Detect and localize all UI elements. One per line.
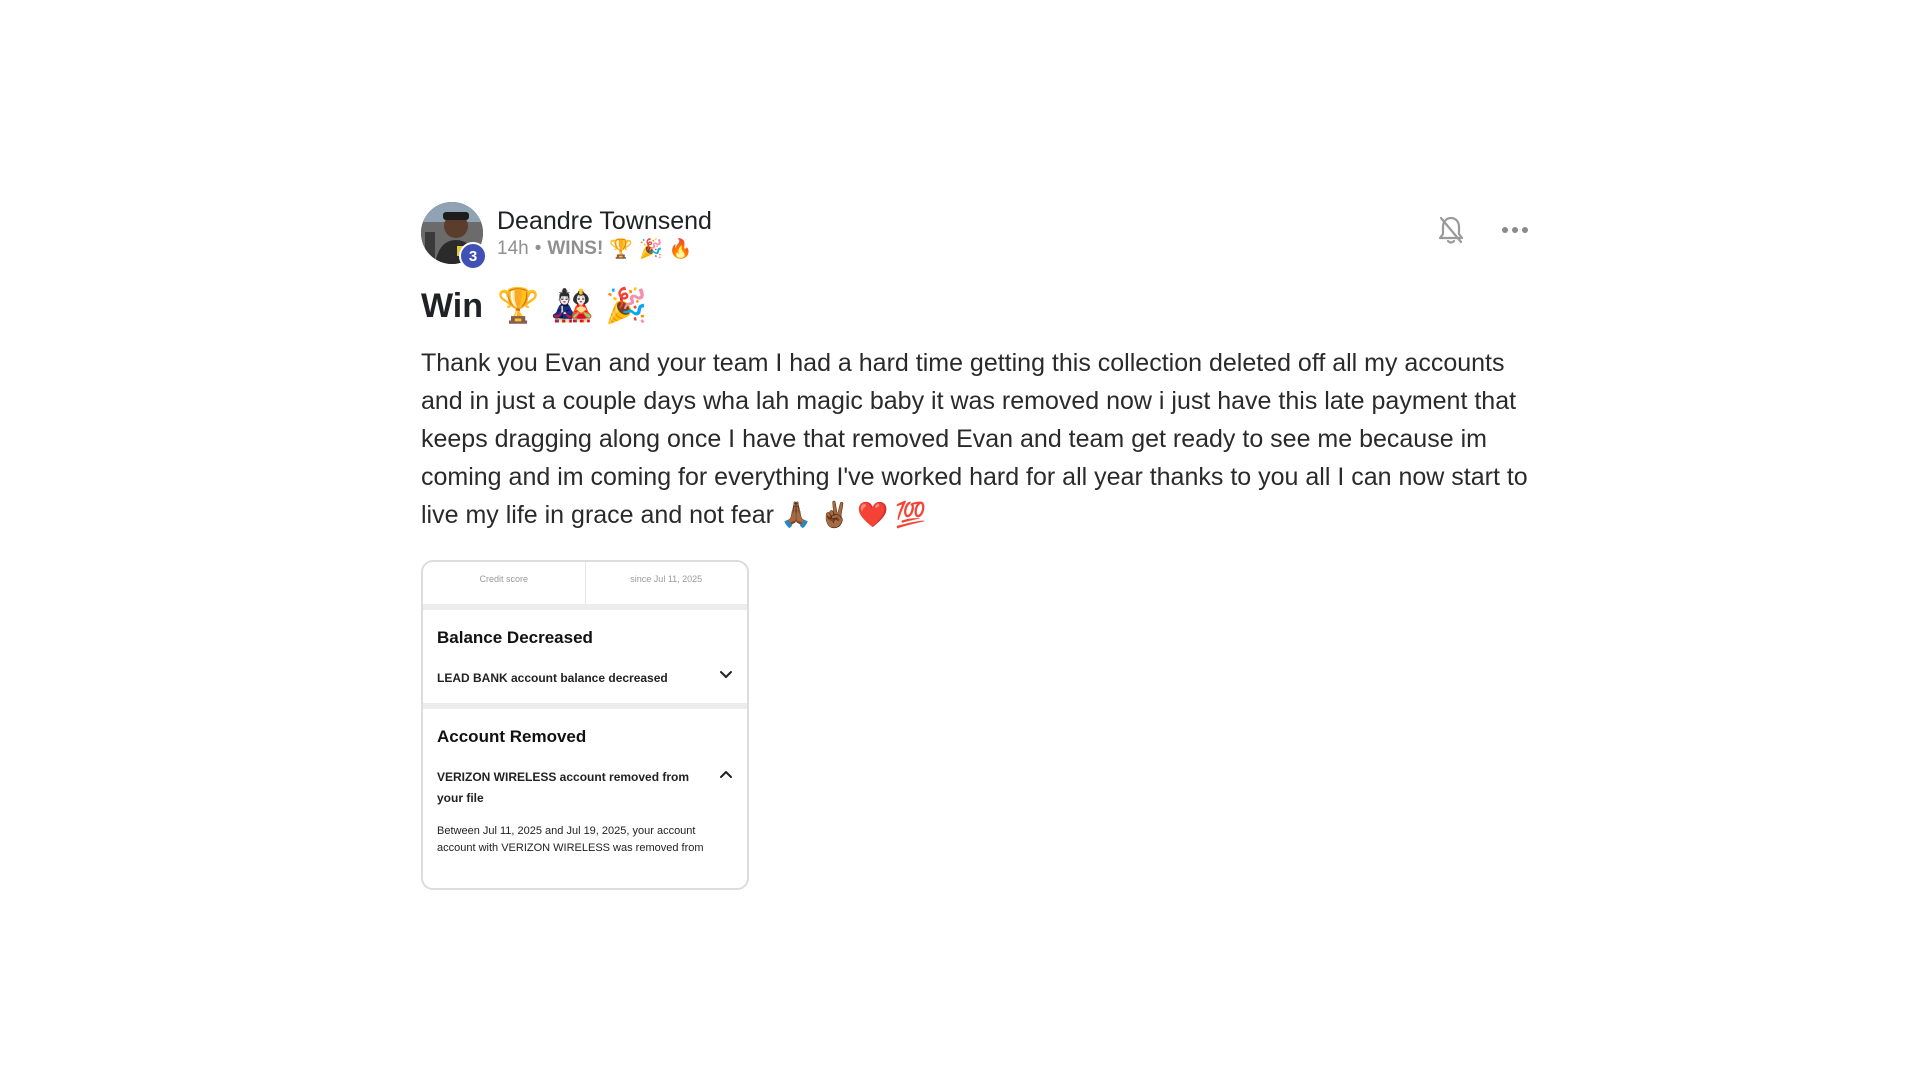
section-detail: Between Jul 11, 2025 and Jul 19, 2025, y… [437, 825, 704, 854]
section-heading: Account Removed [437, 727, 587, 746]
post-body: Thank you Evan and your team I had a har… [421, 349, 1528, 529]
attachment-top-summary: Credit score since Jul 11, 2025 [423, 562, 747, 610]
post-meta: 14h • WINS! 🏆 🎉 🔥 [497, 236, 712, 262]
more-options-button[interactable] [1499, 214, 1531, 246]
summary-value [586, 562, 748, 570]
bell-off-icon [1438, 216, 1464, 244]
post-card: 3 Deandre Townsend 14h • WINS! 🏆 🎉 🔥 Win… [421, 202, 1531, 890]
post-title: Win 🏆 🎎 🎉 [421, 284, 1531, 328]
category-emojis: 🏆 🎉 🔥 [609, 238, 693, 260]
summary-cell-points: since Jul 11, 2025 [584, 562, 748, 604]
post-header: 3 Deandre Townsend 14h • WINS! 🏆 🎉 🔥 [421, 202, 1531, 272]
header-actions [1435, 214, 1531, 246]
post-title-text: Win [421, 287, 484, 325]
notification-toggle-button[interactable] [1435, 214, 1467, 246]
section-row-text: VERIZON WIRELESS account removed from yo… [437, 770, 690, 805]
author-avatar-wrap[interactable]: 3 [421, 202, 487, 270]
post-title-emojis: 🏆 🎎 🎉 [497, 286, 648, 326]
author-name[interactable]: Deandre Townsend [497, 206, 712, 236]
chevron-up-icon [720, 771, 732, 778]
chevron-down-icon [720, 671, 732, 678]
account-removed-section: Account Removed VERIZON WIRELESS account… [423, 709, 747, 857]
meta-separator: • [534, 238, 542, 259]
section-row-text: LEAD BANK account balance decreased [437, 671, 668, 685]
level-badge: 3 [459, 242, 487, 270]
summary-caption: since Jul 11, 2025 [630, 574, 703, 584]
section-heading: Balance Decreased [437, 628, 593, 647]
author-block: Deandre Townsend 14h • WINS! 🏆 🎉 🔥 [497, 202, 712, 262]
summary-caption: Credit score [479, 574, 528, 584]
section-row: VERIZON WIRELESS account removed from yo… [437, 767, 733, 809]
image-attachment[interactable]: Credit score since Jul 11, 2025 Balance … [421, 560, 749, 890]
section-row: LEAD BANK account balance decreased [437, 668, 733, 689]
post-category[interactable]: WINS! [547, 236, 603, 262]
summary-cell-score: Credit score [423, 562, 585, 604]
summary-value [423, 562, 585, 570]
balance-decreased-section: Balance Decreased LEAD BANK account bala… [423, 610, 747, 709]
more-horizontal-icon [1502, 227, 1528, 233]
post-time: 14h [497, 238, 529, 259]
